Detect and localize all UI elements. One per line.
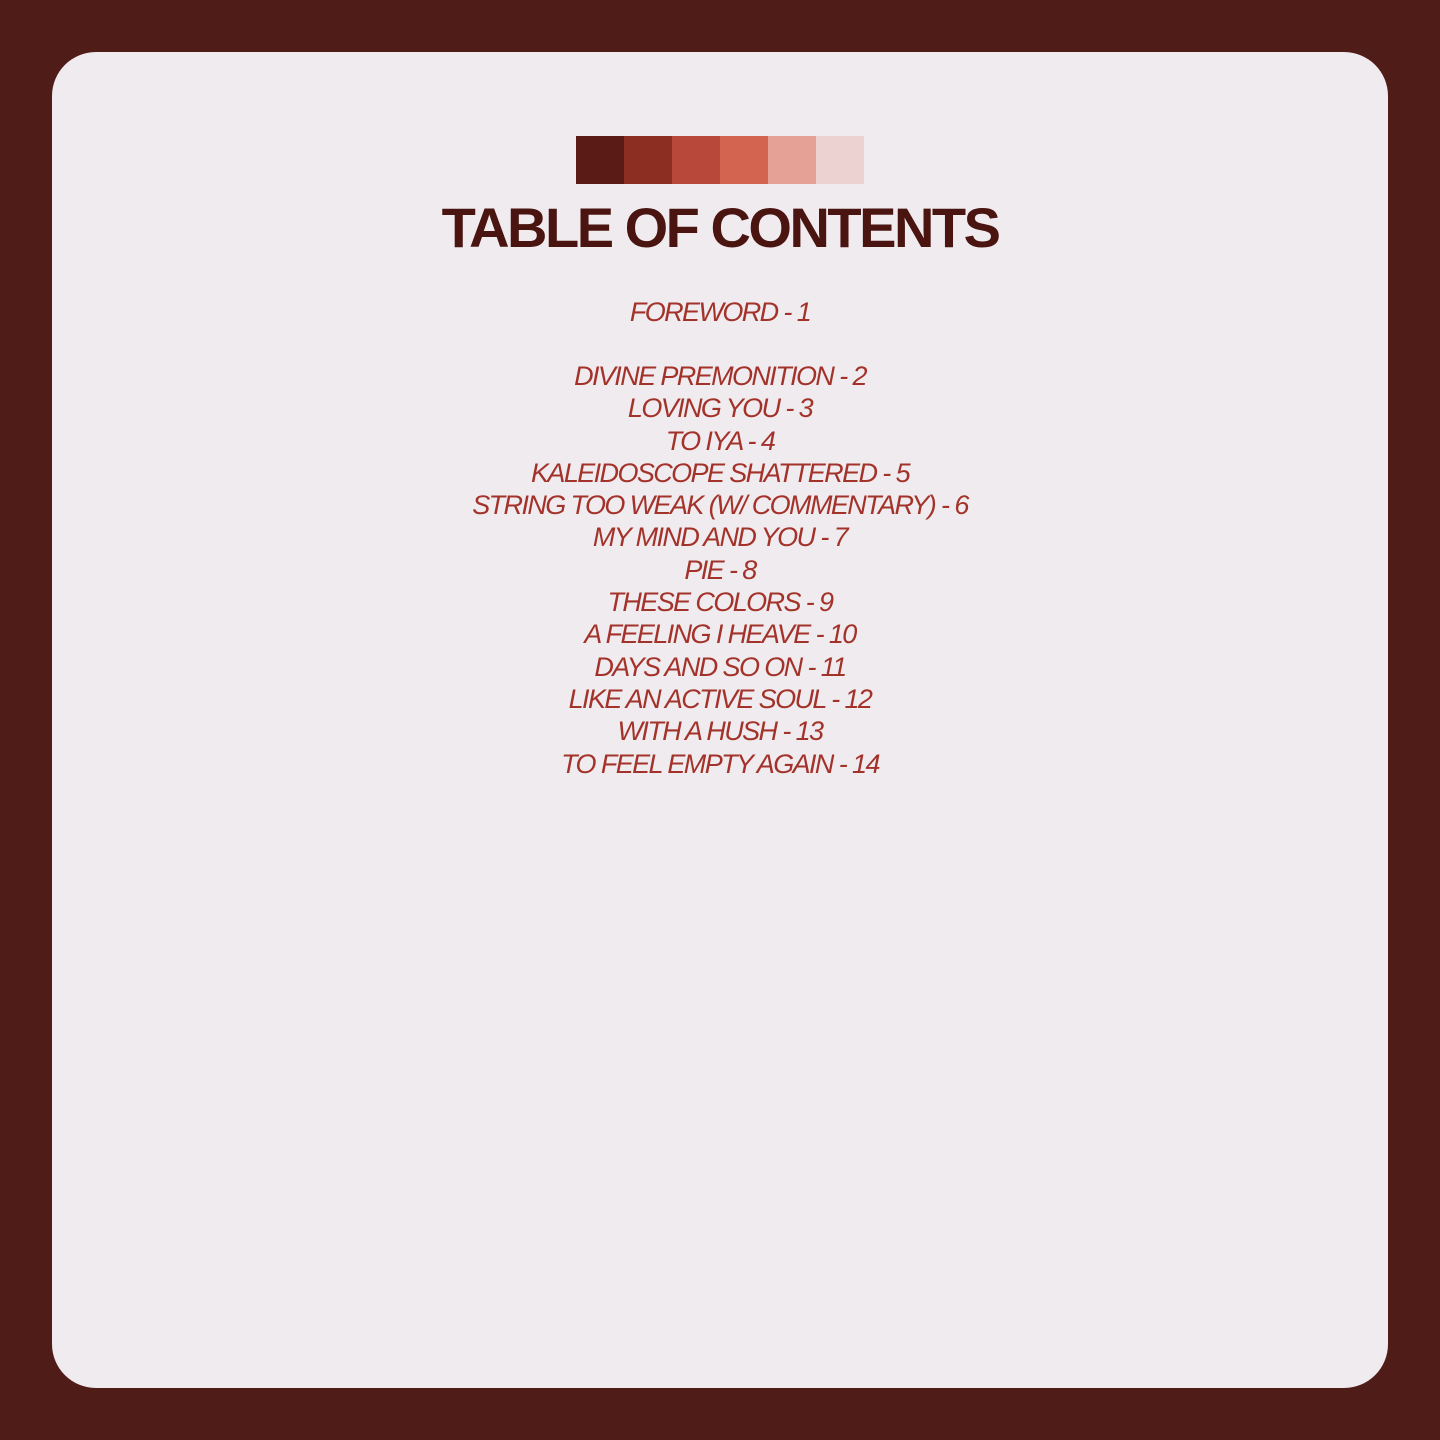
palette-swatch <box>720 136 768 184</box>
toc-entry: THESE COLORS - 9 <box>607 587 835 618</box>
toc-entry: LOVING YOU - 3 <box>627 393 814 424</box>
table-of-contents: FOREWORD - 1 DIVINE PREMONITION - 2 LOVI… <box>52 296 1388 780</box>
palette-swatch <box>816 136 864 184</box>
toc-entry: MY MIND AND YOU - 7 <box>592 522 849 553</box>
palette-swatch <box>672 136 720 184</box>
toc-entry: WITH A HUSH - 13 <box>617 716 825 747</box>
palette-swatch <box>768 136 816 184</box>
toc-entry: TO FEEL EMPTY AGAIN - 14 <box>561 748 880 779</box>
toc-entry: STRING TOO WEAK (W/ COMMENTARY) - 6 <box>472 490 969 521</box>
toc-entry: A FEELING I HEAVE - 10 <box>584 619 857 650</box>
page-card: TABLE OF CONTENTS FOREWORD - 1 DIVINE PR… <box>52 52 1388 1388</box>
toc-entry-list: DIVINE PREMONITION - 2 LOVING YOU - 3 TO… <box>52 360 1388 780</box>
palette-swatch <box>624 136 672 184</box>
color-palette-strip <box>576 136 864 184</box>
toc-entry-foreword: FOREWORD - 1 <box>629 297 812 327</box>
toc-entry: DIVINE PREMONITION - 2 <box>574 361 867 391</box>
toc-entry: PIE - 8 <box>684 554 757 585</box>
toc-entry: LIKE AN ACTIVE SOUL - 12 <box>568 683 873 714</box>
toc-entry: DAYS AND SO ON - 11 <box>594 651 847 682</box>
toc-entry: KALEIDOSCOPE SHATTERED - 5 <box>531 457 911 488</box>
page-title: TABLE OF CONTENTS <box>441 196 1001 259</box>
toc-entry: TO IYA - 4 <box>665 425 776 456</box>
palette-swatch <box>576 136 624 184</box>
